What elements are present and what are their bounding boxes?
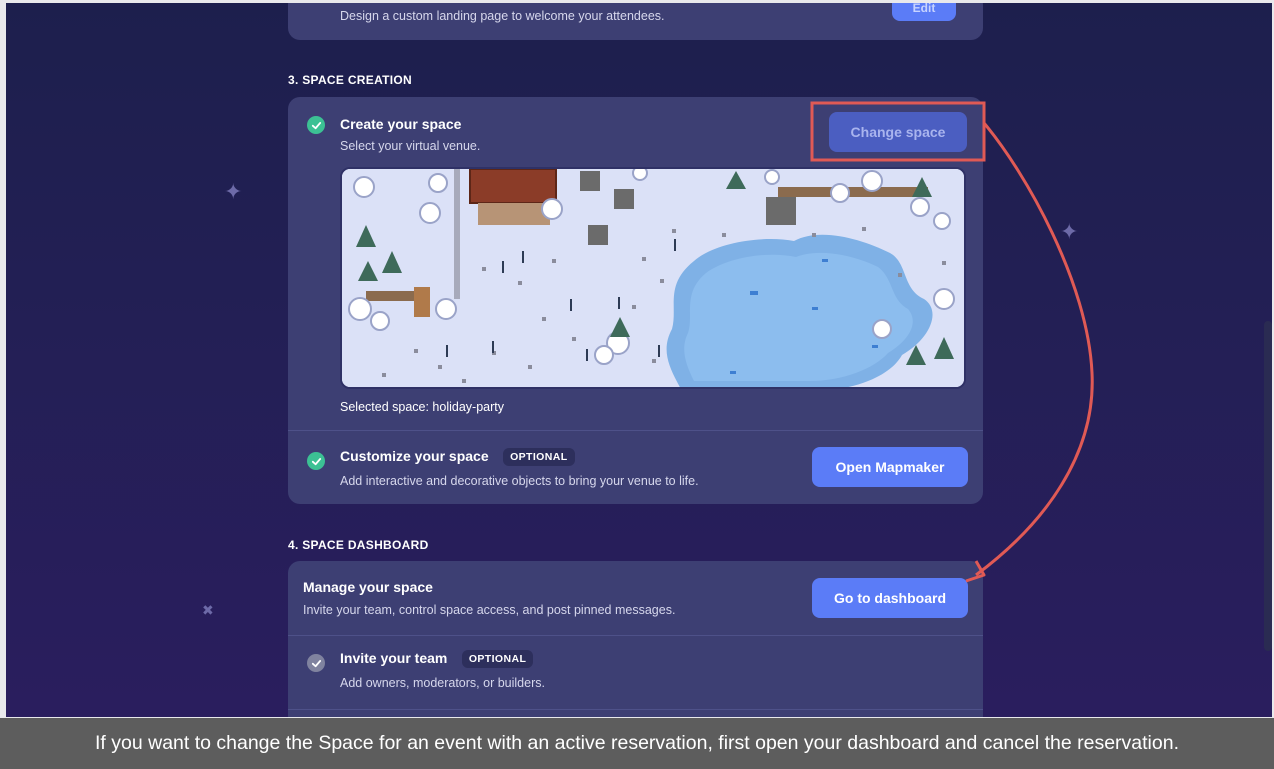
change-space-button[interactable]: Change space <box>829 112 967 152</box>
optional-badge: OPTIONAL <box>461 650 534 668</box>
go-to-dashboard-button[interactable]: Go to dashboard <box>812 578 968 618</box>
callout-arrow <box>975 122 1094 577</box>
invite-team-title: Invite your team <box>340 650 448 666</box>
space-map-preview <box>340 167 966 389</box>
optional-badge: OPTIONAL <box>503 448 575 466</box>
create-space-description: Select your virtual venue. <box>340 139 481 153</box>
card-divider <box>288 635 983 636</box>
card-divider <box>288 430 983 431</box>
scrollbar-thumb[interactable] <box>1264 321 1272 651</box>
manage-space-description: Invite your team, control space access, … <box>303 603 676 617</box>
invite-team-header: Invite your team OPTIONAL <box>340 650 534 668</box>
card-divider <box>288 709 983 710</box>
sparkle-icon: ✦ <box>1060 219 1079 244</box>
create-space-title: Create your space <box>340 116 462 132</box>
landing-page-card: Design a custom landing page to welcome … <box>288 3 983 40</box>
section-heading-space-dashboard: 4. SPACE DASHBOARD <box>288 538 429 552</box>
customize-space-description: Add interactive and decorative objects t… <box>340 474 699 488</box>
customize-space-header: Customize your space OPTIONAL <box>340 448 575 466</box>
section-heading-space-creation: 3. SPACE CREATION <box>288 73 413 87</box>
map-illustration <box>342 169 964 387</box>
invite-team-description: Add owners, moderators, or builders. <box>340 676 545 690</box>
check-icon <box>307 116 325 134</box>
check-icon <box>307 654 325 672</box>
space-dashboard-card: Manage your space Invite your team, cont… <box>288 561 983 717</box>
selected-space-label: Selected space: holiday-party <box>340 400 504 414</box>
landing-page-description: Design a custom landing page to welcome … <box>340 9 665 23</box>
open-mapmaker-button[interactable]: Open Mapmaker <box>812 447 968 487</box>
sparkle-icon: ✖ <box>202 602 214 618</box>
manage-space-title: Manage your space <box>303 579 433 595</box>
check-icon <box>307 452 325 470</box>
space-creation-card: Create your space Select your virtual ve… <box>288 97 983 504</box>
sparkle-icon: ✦ <box>224 179 243 204</box>
customize-space-title: Customize your space <box>340 448 489 464</box>
caption-bar: If you want to change the Space for an e… <box>0 718 1274 769</box>
edit-landing-button[interactable]: Edit <box>892 3 956 21</box>
app-window: ✦ ✦ ✖ Design a custom landing page to we… <box>6 3 1272 717</box>
